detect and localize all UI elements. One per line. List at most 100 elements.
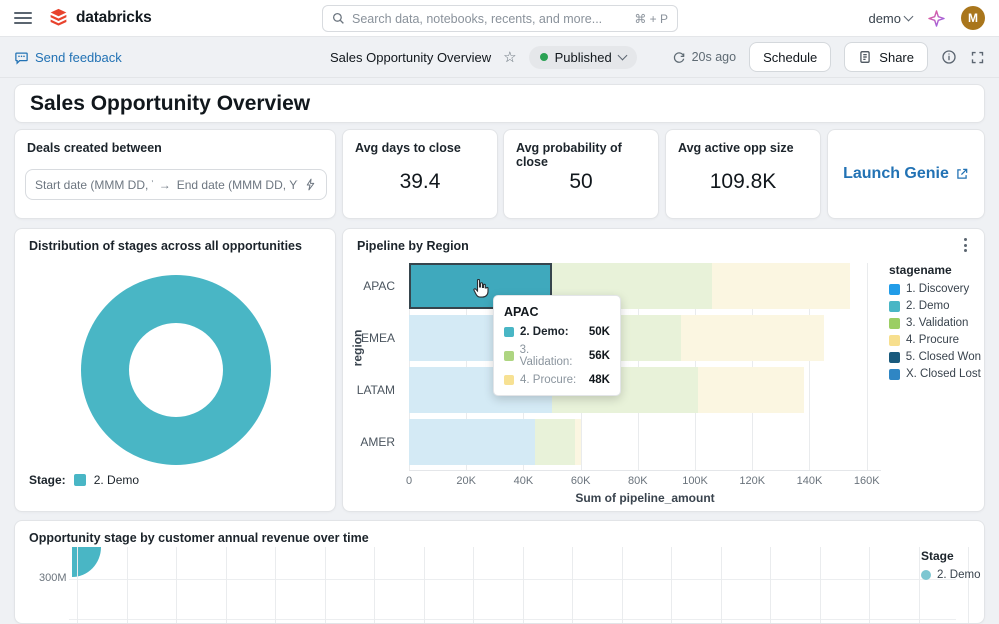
vertical-gridline [770, 547, 771, 623]
x-axis-title: Sum of pipeline_amount [409, 491, 881, 505]
assistant-sparkle-icon[interactable] [927, 9, 946, 28]
send-feedback-link[interactable]: Send feedback [14, 50, 122, 65]
x-tick-label: 20K [456, 475, 476, 487]
y-axis-tick-label: 300M [39, 572, 67, 584]
x-tick-label: 100K [682, 475, 708, 487]
global-search-bar[interactable]: ⌘ + P [322, 5, 678, 32]
x-axis-ticks: 020K40K60K80K100K120K140K160K [409, 475, 881, 489]
counter-card-avg-opp-size: Avg active opp size 109.8K [665, 129, 821, 219]
feedback-bubble-icon [14, 50, 29, 65]
legend-item[interactable]: 3. Validation [889, 317, 981, 329]
workspace-name: demo [868, 11, 901, 26]
bar-segment-2-demo[interactable] [409, 419, 535, 465]
launch-genie-label: Launch Genie [843, 165, 949, 183]
y-tick-label: LATAM [343, 383, 395, 397]
info-icon[interactable] [941, 49, 957, 65]
refresh-control[interactable]: 20s ago [672, 50, 736, 64]
tooltip-series-label: 2. Demo: [520, 326, 569, 338]
vertical-gridline [374, 547, 375, 623]
page-title: Sales Opportunity Overview [30, 92, 310, 116]
bar-plot-area[interactable] [409, 263, 881, 471]
lightning-icon[interactable] [304, 178, 317, 191]
date-range-picker[interactable]: Start date (MMM DD, Y... → End date (MMM… [25, 169, 327, 200]
stage-distribution-chart-card: Distribution of stages across all opport… [14, 228, 336, 512]
legend-item[interactable]: 1. Discovery [889, 283, 981, 295]
counter-value: 50 [504, 170, 658, 194]
chart-title: Pipeline by Region [343, 229, 984, 253]
x-tick-label: 120K [739, 475, 765, 487]
databricks-logo[interactable]: databricks [48, 8, 152, 29]
filter-label: Deals created between [15, 130, 335, 155]
donut-chart[interactable] [81, 275, 271, 465]
tooltip-value: 56K [589, 350, 610, 362]
time-plot-area[interactable]: 300M [15, 521, 984, 623]
end-date-field[interactable]: End date (MMM DD, YY... [177, 178, 298, 192]
tooltip-row: 4. Procure:48K [504, 374, 610, 386]
chart-tooltip: APAC 2. Demo:50K3. Validation:56K4. Proc… [493, 295, 621, 396]
legend-item[interactable]: 4. Procure [889, 334, 981, 346]
schedule-label: Schedule [763, 50, 817, 65]
share-button[interactable]: Share [844, 42, 928, 72]
pipeline-by-region-chart-card: Pipeline by Region region APACEMEALATAMA… [342, 228, 985, 512]
publish-status-dropdown[interactable]: Published [529, 46, 637, 69]
bar-row-emea[interactable] [409, 315, 881, 361]
horizontal-gridline [69, 619, 956, 620]
legend-item[interactable]: 2. Demo [921, 569, 980, 581]
counter-label: Avg active opp size [666, 130, 820, 155]
vertical-gridline [523, 547, 524, 623]
chart-legend: Stage 2. Demo [921, 549, 980, 586]
schedule-button[interactable]: Schedule [749, 42, 831, 72]
hamburger-menu-icon[interactable] [14, 12, 32, 24]
legend-item-label[interactable]: 2. Demo [94, 473, 139, 487]
top-navigation-bar: databricks ⌘ + P demo M [0, 0, 999, 37]
bar-segment-3-validation[interactable] [535, 419, 575, 465]
user-avatar[interactable]: M [961, 6, 985, 30]
published-status-dot [540, 53, 548, 61]
tooltip-swatch [504, 375, 514, 385]
bar-row-amer[interactable] [409, 419, 881, 465]
launch-genie-link[interactable]: Launch Genie [843, 165, 969, 183]
legend-title: Stage: [29, 473, 66, 487]
legend-swatch [889, 335, 900, 346]
databricks-logo-icon [48, 8, 69, 29]
legend-item[interactable]: 2. Demo [889, 300, 981, 312]
launch-genie-card: Launch Genie [827, 129, 985, 219]
y-tick-label: EMEA [343, 331, 395, 345]
legend-item-label: 2. Demo [937, 569, 980, 581]
bar-row-latam[interactable] [409, 367, 881, 413]
legend-item[interactable]: X. Closed Lost [889, 368, 981, 380]
counter-card-avg-probability: Avg probability of close 50 [503, 129, 659, 219]
legend-swatch [889, 284, 900, 295]
bar-segment-4-procure[interactable] [681, 315, 824, 361]
chevron-down-icon [904, 12, 914, 22]
chart-options-kebab-icon[interactable] [958, 237, 972, 253]
tooltip-row: 3. Validation:56K [504, 344, 610, 368]
bar-segment-4-procure[interactable] [575, 419, 581, 465]
start-date-field[interactable]: Start date (MMM DD, Y... [35, 178, 153, 192]
search-input[interactable] [352, 12, 627, 26]
vertical-gridline [77, 547, 78, 623]
legend-item-label: 1. Discovery [906, 283, 969, 295]
legend-swatch [889, 318, 900, 329]
bar-segment-4-procure[interactable] [698, 367, 804, 413]
x-tick-label: 140K [797, 475, 823, 487]
tooltip-value: 48K [589, 374, 610, 386]
tooltip-title: APAC [504, 305, 610, 319]
horizontal-gridline [69, 579, 956, 580]
legend-item-label: 2. Demo [906, 300, 949, 312]
bar-row-apac[interactable] [409, 263, 881, 309]
send-feedback-label: Send feedback [35, 50, 122, 65]
page-title-card: Sales Opportunity Overview [14, 84, 985, 123]
favorite-star-icon[interactable]: ☆ [503, 50, 516, 65]
fullscreen-icon[interactable] [970, 50, 985, 65]
legend-item[interactable]: 5. Closed Won [889, 351, 981, 363]
legend-swatch [889, 301, 900, 312]
workspace-selector[interactable]: demo [868, 11, 912, 26]
counter-label: Avg days to close [343, 130, 497, 155]
dashboard-name: Sales Opportunity Overview [330, 50, 491, 65]
y-tick-label: AMER [343, 435, 395, 449]
vertical-gridline [671, 547, 672, 623]
brand-wordmark: databricks [76, 9, 152, 27]
dashboard-toolbar: Send feedback Sales Opportunity Overview… [0, 37, 999, 78]
bar-segment-4-procure[interactable] [712, 263, 849, 309]
